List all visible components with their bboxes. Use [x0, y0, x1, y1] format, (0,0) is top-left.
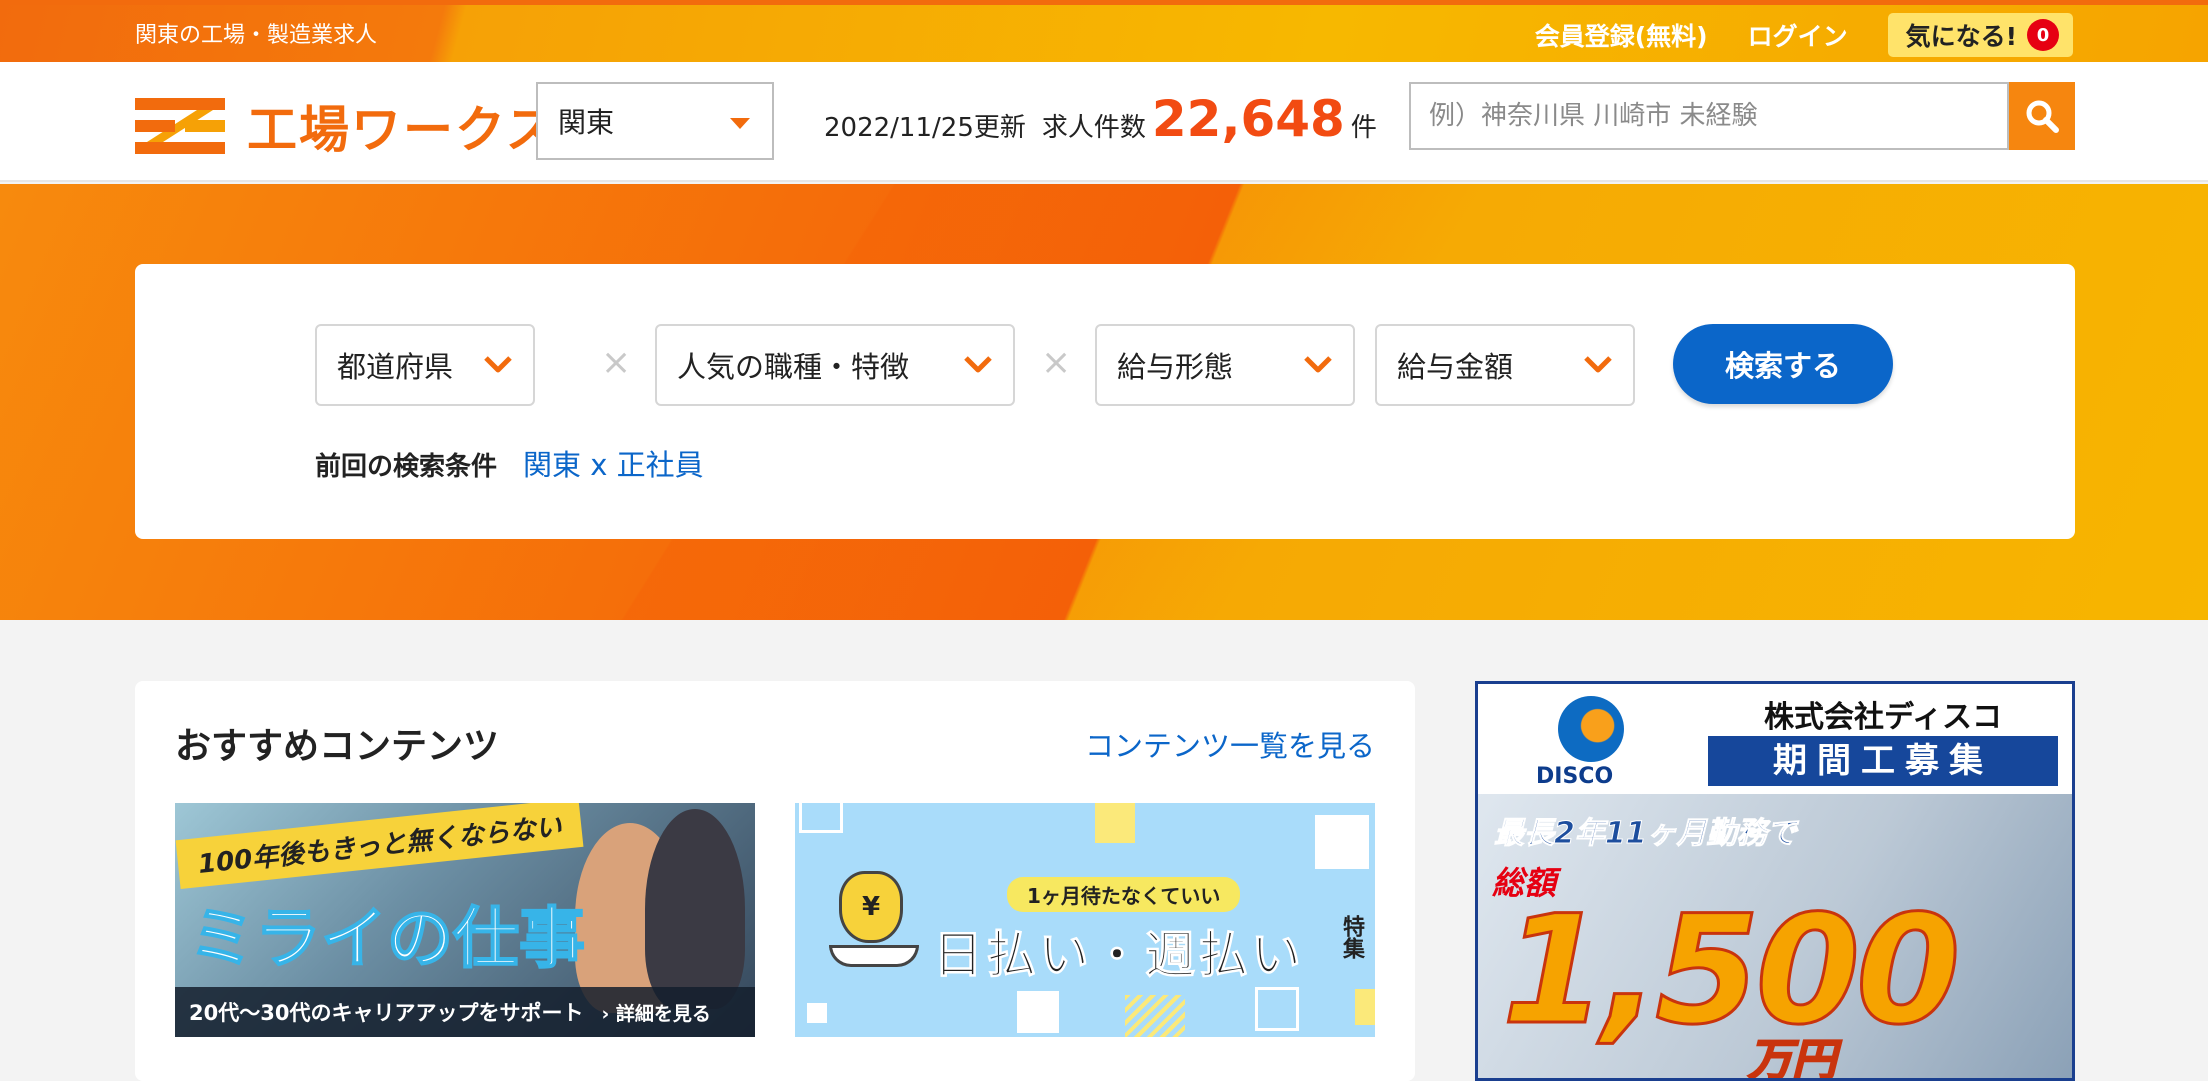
ad-company: 株式会社ディスコ	[1764, 700, 2002, 735]
prefecture-dropdown[interactable]: 都道府県	[315, 324, 535, 406]
keyword-search	[1409, 82, 2075, 150]
site-header: 工場ワークス 関東 2022/11/25更新 求人件数 22,648 件	[0, 62, 2208, 182]
occupation-label: 人気の職種・特徴	[677, 350, 910, 384]
illustration-person	[645, 809, 745, 1009]
login-link[interactable]: ログイン	[1748, 17, 1848, 53]
ad-recruit-label: 期間工募集	[1708, 736, 2058, 786]
ad-amount-unit: 万円	[1747, 1034, 1837, 1081]
disco-ad-banner[interactable]: DISCO 株式会社ディスコ 期間工募集 最長2年11ヶ月勤務で 総額 1,50…	[1475, 681, 2075, 1081]
recommended-content: おすすめコンテンツ コンテンツ一覧を見る 100年後もきっと無くならない ミライ…	[135, 681, 1415, 1081]
previous-search: 前回の検索条件 関東 x 正社員	[315, 442, 704, 484]
banner-detail-link[interactable]: › 詳細を見る	[601, 999, 710, 1026]
hero-search-area: 都道府県 × 人気の職種・特徴 × 給与形態 給与金額 検索する 前回の検索条件…	[0, 184, 2208, 620]
hand-icon	[829, 945, 919, 967]
banner-daily-weekly-pay[interactable]: ¥ 1ヶ月待たなくていい 日払い・週払い 特集	[795, 803, 1375, 1037]
job-stats: 2022/11/25更新 求人件数 22,648 件	[824, 90, 1377, 148]
decor-square	[1315, 815, 1369, 869]
region-value: 関東	[558, 106, 615, 139]
top-links: 会員登録(無料) ログイン 気になる! 0	[1535, 13, 2073, 57]
pay-type-dropdown[interactable]: 給与形態	[1095, 324, 1355, 406]
favorites-count-badge: 0	[2027, 19, 2059, 51]
chevron-down-icon	[964, 356, 992, 373]
pay-amount-dropdown[interactable]: 給与金額	[1375, 324, 1635, 406]
chevron-down-icon	[484, 356, 512, 373]
decor-square	[1125, 995, 1185, 1037]
pay-type-label: 給与形態	[1117, 350, 1234, 384]
jobs-count-label: 求人件数	[1041, 113, 1146, 143]
caret-down-icon	[730, 118, 750, 129]
prefecture-label: 都道府県	[337, 350, 454, 384]
logo-text: 工場ワークス	[247, 101, 558, 159]
pay-amount-label: 給与金額	[1397, 350, 1514, 384]
jobs-count: 22,648	[1151, 90, 1345, 148]
banner-tag: 1ヶ月待たなくていい	[1007, 877, 1241, 912]
occupation-dropdown[interactable]: 人気の職種・特徴	[655, 324, 1015, 406]
decor-square	[799, 803, 843, 833]
times-separator-icon: ×	[1041, 342, 1072, 383]
favorites-label: 気になる!	[1905, 22, 2017, 51]
search-input[interactable]	[1409, 82, 2009, 150]
times-separator-icon: ×	[601, 342, 632, 383]
banner-side-label: 特集	[1339, 915, 1364, 959]
decor-square	[1017, 991, 1059, 1033]
previous-search-label: 前回の検索条件	[315, 452, 498, 482]
previous-search-link[interactable]: 関東 x 正社員	[523, 442, 704, 484]
updated-date: 2022/11/25更新	[824, 113, 1026, 143]
see-all-contents-link[interactable]: コンテンツ一覧を見る	[1085, 723, 1375, 765]
decor-square	[1255, 987, 1299, 1031]
site-logo[interactable]: 工場ワークス	[135, 90, 558, 162]
search-submit-button[interactable]: 検索する	[1673, 324, 1893, 404]
banner-headline: 日払い・週払い	[933, 926, 1304, 985]
section-title: おすすめコンテンツ	[175, 726, 500, 767]
search-button[interactable]	[2009, 82, 2075, 150]
ad-copy: 最長2年11ヶ月勤務で	[1494, 816, 1798, 852]
banner-caption: 20代〜30代のキャリアアップをサポート	[189, 1001, 584, 1025]
banner-headline: ミライの仕事	[188, 899, 586, 978]
disco-logo-icon	[1558, 696, 1624, 762]
top-strip: 関東の工場・製造業求人 会員登録(無料) ログイン 気になる! 0	[0, 0, 2208, 62]
chevron-down-icon	[1304, 356, 1332, 373]
banner-future-jobs[interactable]: 100年後もきっと無くならない ミライの仕事 20代〜30代のキャリアアップをサ…	[175, 803, 755, 1037]
ad-brand: DISCO	[1536, 764, 1614, 789]
banner-caption-bar: 20代〜30代のキャリアアップをサポート › 詳細を見る	[175, 987, 755, 1037]
chevron-down-icon	[1584, 356, 1612, 373]
favorites-button[interactable]: 気になる! 0	[1887, 13, 2073, 57]
decor-square	[1355, 989, 1375, 1025]
ad-header: DISCO 株式会社ディスコ 期間工募集	[1478, 684, 2072, 794]
site-tagline: 関東の工場・製造業求人	[135, 23, 378, 48]
logo-mark-icon	[135, 98, 225, 154]
ad-amount: 1,500	[1500, 883, 1961, 1060]
search-icon	[2026, 100, 2059, 133]
banner-ribbon: 100年後もきっと無くならない	[175, 803, 584, 890]
decor-square	[807, 1003, 827, 1023]
region-select[interactable]: 関東	[536, 82, 774, 160]
money-bag-icon: ¥	[839, 871, 903, 943]
search-card: 都道府県 × 人気の職種・特徴 × 給与形態 給与金額 検索する 前回の検索条件…	[135, 264, 2075, 539]
register-link[interactable]: 会員登録(無料)	[1535, 17, 1708, 53]
jobs-count-unit: 件	[1350, 113, 1377, 143]
decor-square	[1095, 803, 1135, 843]
